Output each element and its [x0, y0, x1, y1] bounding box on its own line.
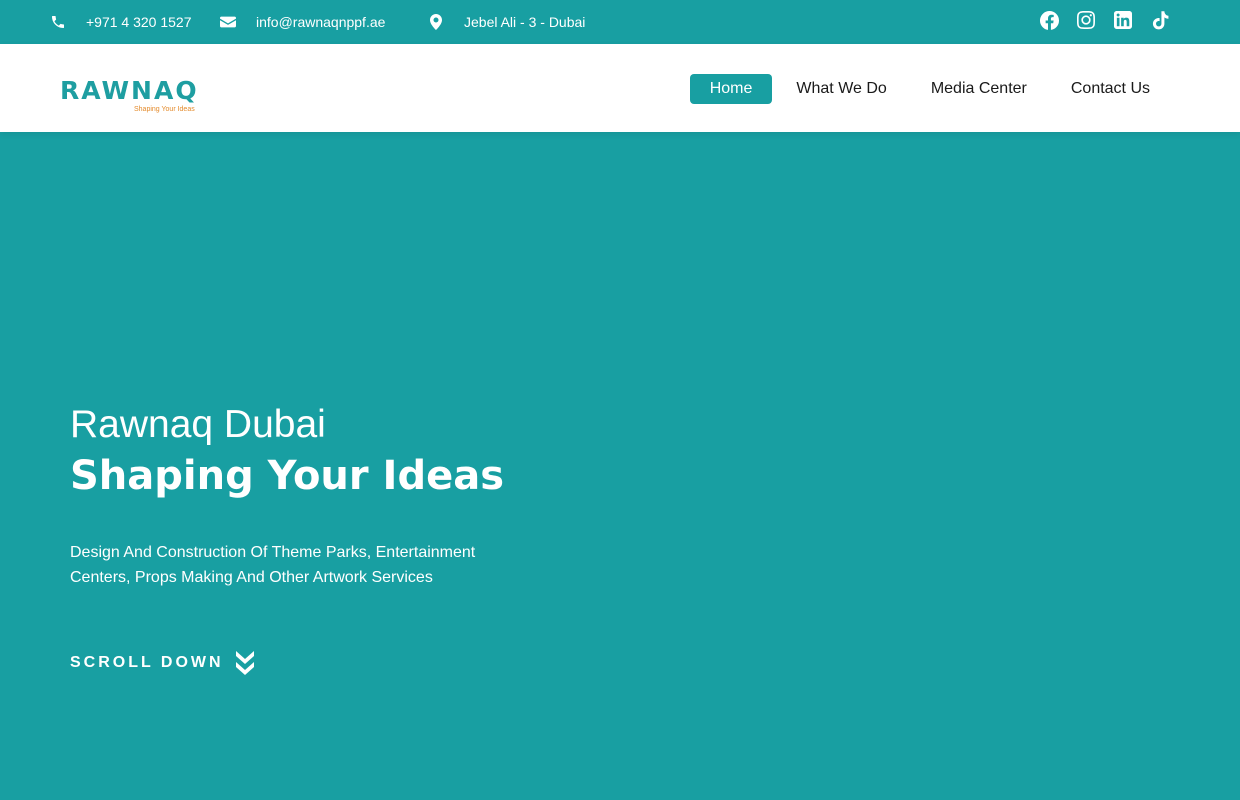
double-chevron-down-icon [235, 651, 254, 675]
phone-icon [52, 16, 64, 28]
social-links [1039, 0, 1170, 40]
scroll-down-link[interactable]: SCROLL DOWN [70, 650, 256, 676]
envelope-icon [220, 16, 236, 28]
logo-wordmark: RAWNAQ [60, 76, 199, 105]
tiktok-icon[interactable] [1150, 10, 1170, 30]
email-contact[interactable]: info@rawnaqnppf.ae [220, 0, 385, 44]
nav-media-center[interactable]: Media Center [911, 74, 1047, 104]
hero-subtitle: Shaping Your Ideas [70, 453, 505, 499]
hero-section: Rawnaq Dubai Shaping Your Ideas Design A… [70, 400, 570, 590]
hero-title: Rawnaq Dubai [70, 403, 326, 446]
location-contact[interactable]: Jebel Ali - 3 - Dubai [430, 0, 585, 44]
main-nav: Home What We Do Media Center Contact Us [686, 74, 1170, 104]
email-text: info@rawnaqnppf.ae [256, 14, 386, 30]
scroll-down-label: SCROLL DOWN [70, 654, 224, 671]
logo-tagline: Shaping Your Ideas [134, 106, 195, 113]
phone-text: +971 4 320 1527 [86, 14, 192, 30]
phone-contact[interactable]: +971 4 320 1527 [50, 0, 192, 44]
map-pin-icon [430, 14, 442, 30]
nav-what-we-do[interactable]: What We Do [776, 74, 906, 104]
main-header: RAWNAQ Shaping Your Ideas Home What We D… [0, 44, 1240, 132]
nav-home[interactable]: Home [689, 74, 773, 104]
site-logo[interactable]: RAWNAQ Shaping Your Ideas [60, 76, 199, 118]
nav-contact-us[interactable]: Contact Us [1051, 74, 1170, 104]
hero-description: Design And Construction Of Theme Parks, … [70, 544, 476, 586]
linkedin-icon[interactable] [1113, 10, 1133, 30]
location-text: Jebel Ali - 3 - Dubai [464, 14, 586, 30]
top-bar: +971 4 320 1527 info@rawnaqnppf.ae Jebel… [0, 0, 1240, 44]
facebook-icon[interactable] [1039, 10, 1059, 30]
instagram-icon[interactable] [1076, 10, 1096, 30]
